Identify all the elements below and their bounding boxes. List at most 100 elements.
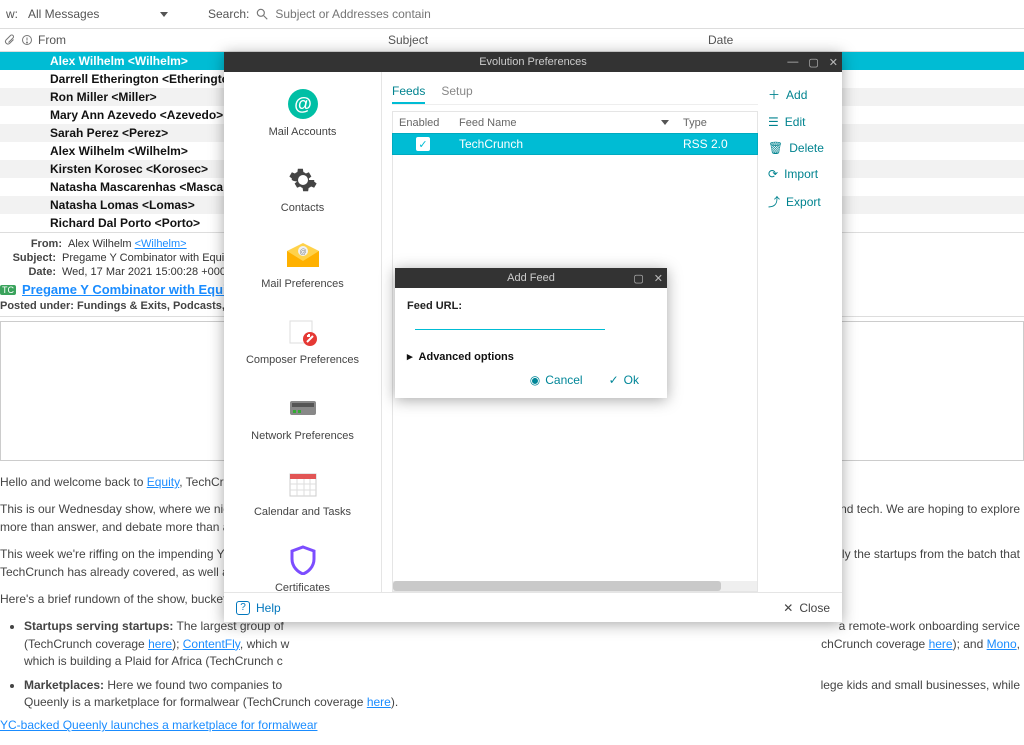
feed-url-label: Feed URL: [407,300,462,312]
dialog-close-icon[interactable]: ✕ [654,272,663,285]
queenly-article-link[interactable]: YC-backed Queenly launches a marketplace… [0,718,317,732]
search-icon [255,7,269,21]
message-from: Richard Dal Porto <Porto> [50,216,200,230]
mono-link[interactable]: Mono [987,637,1017,651]
category-composer[interactable]: Composer Preferences [232,306,373,376]
coverage-link-2[interactable]: here [929,637,953,651]
message-from: Ron Miller <Miller> [50,90,157,104]
meta-from-name: Alex Wilhelm [68,238,135,250]
meta-date-label: Date: [0,266,56,278]
message-from: Natasha Lomas <Lomas> [50,198,195,212]
message-from: Alex Wilhelm <Wilhelm> [50,54,188,68]
view-dropdown[interactable]: All Messages [28,7,168,21]
category-certificates[interactable]: Certificates [232,534,373,592]
shield-icon [287,544,319,576]
horizontal-scrollbar[interactable] [393,581,757,591]
feed-table-header: Enabled Feed Name Type [392,111,758,133]
add-button[interactable]: ＋Add [764,80,842,109]
feed-row[interactable]: ✓ TechCrunch RSS 2.0 [392,133,758,155]
cancel-button[interactable]: ◉ Cancel [530,373,583,387]
trash-icon: 🗑 [768,141,783,155]
meta-subject-label: Subject: [0,252,56,264]
coverage-link-1[interactable]: here [148,637,172,651]
cancel-icon: ◉ [530,373,540,387]
post-title-link[interactable]: Pregame Y Combinator with Equity [22,282,238,297]
search-label: Search: [208,7,249,21]
delete-button[interactable]: 🗑Delete [764,135,842,161]
category-network[interactable]: Network Preferences [232,382,373,452]
flag-column-icon[interactable] [18,34,36,46]
preferences-title: Evolution Preferences [479,56,587,68]
import-button[interactable]: ⟳Import [764,161,842,187]
view-suffix-label: w: [6,7,18,21]
preferences-titlebar[interactable]: Evolution Preferences — ▢ ✕ [224,52,842,72]
meta-from-label: From: [18,238,62,250]
message-from: Kirsten Korosec <Korosec> [50,162,208,176]
message-list-header: From Subject Date [0,28,1024,52]
feed-actions: ＋Add ☰Edit 🗑Delete ⟳Import ⤴Export [764,72,842,592]
dialog-maximize-icon[interactable]: ▢ [633,272,643,285]
feed-type-cell: RSS 2.0 [677,137,757,151]
preferences-sidebar: @ Mail Accounts Contacts @ Mail Preferen… [224,72,382,592]
network-icon [287,392,319,424]
posted-under-label: Posted under: [0,300,74,312]
category-contacts[interactable]: Contacts [232,154,373,224]
category-mail-preferences[interactable]: @ Mail Preferences [232,230,373,300]
dialog-titlebar[interactable]: Add Feed ▢ ✕ [395,268,667,288]
advanced-options-toggle[interactable]: ▸ Advanced options [407,350,655,363]
contentfly-link[interactable]: ContentFly [183,637,240,651]
help-button[interactable]: ? Help [236,601,281,615]
message-from: Mary Ann Azevedo <Azevedo> [50,108,223,122]
from-column-header[interactable]: From [36,33,388,47]
preferences-tabs: Feeds Setup [392,80,758,105]
close-button[interactable]: ✕ Close [783,601,830,615]
tab-feeds[interactable]: Feeds [392,80,425,104]
coverage-link-3[interactable]: here [367,695,391,709]
feed-url-input[interactable] [415,312,605,330]
check-icon: ✓ [609,373,619,387]
envelope-icon: @ [287,240,319,272]
compose-icon [287,316,319,348]
enabled-column-header[interactable]: Enabled [393,117,453,129]
meta-subject-value: Pregame Y Combinator with Equity [62,252,233,264]
message-from: Darrell Etherington <Etherington> [50,72,243,86]
help-icon: ? [236,601,250,615]
search-input[interactable] [275,7,495,21]
minimize-icon[interactable]: — [787,56,798,68]
message-from: Alex Wilhelm <Wilhelm> [50,144,188,158]
date-column-header[interactable]: Date [708,33,1024,47]
feed-badge: TC [0,285,16,295]
equity-link[interactable]: Equity [147,475,179,489]
attachment-column-icon[interactable] [0,34,18,46]
ok-button[interactable]: ✓ Ok [609,373,639,387]
edit-button[interactable]: ☰Edit [764,109,842,135]
close-icon[interactable]: ✕ [829,56,838,69]
at-sign-icon: @ [287,88,319,120]
feed-name-column-header[interactable]: Feed Name [453,117,677,129]
import-icon: ⟳ [768,167,778,181]
meta-from-link[interactable]: <Wilhelm> [135,238,187,250]
export-icon: ⤴ [768,193,780,210]
message-from: Sarah Perez <Perez> [50,126,168,140]
subject-column-header[interactable]: Subject [388,33,708,47]
category-calendar[interactable]: Calendar and Tasks [232,458,373,528]
sort-indicator-icon [661,120,669,125]
close-x-icon: ✕ [783,601,793,615]
dialog-title: Add Feed [507,272,555,284]
chevron-down-icon [160,12,168,17]
calendar-icon [287,468,319,500]
feed-enabled-checkbox[interactable]: ✓ [416,137,430,151]
export-button[interactable]: ⤴Export [764,187,842,216]
add-feed-dialog: Add Feed ▢ ✕ Feed URL: ▸ Advanced option… [395,268,667,398]
svg-text:@: @ [294,94,312,114]
maximize-icon[interactable]: ▢ [808,56,818,69]
svg-text:@: @ [299,249,306,256]
tab-setup[interactable]: Setup [441,80,472,104]
list-icon: ☰ [768,115,779,129]
type-column-header[interactable]: Type [677,117,757,129]
view-value: All Messages [28,7,99,21]
plus-icon: ＋ [768,86,780,103]
category-mail-accounts[interactable]: @ Mail Accounts [232,78,373,148]
toolbar: w: All Messages Search: [0,0,1024,28]
gear-icon [287,164,319,196]
